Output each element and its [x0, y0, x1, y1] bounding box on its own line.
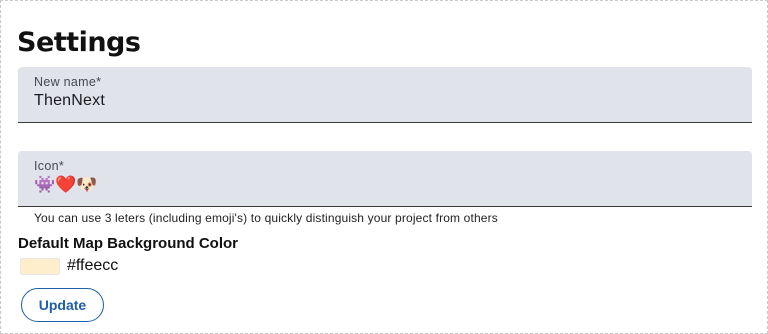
name-field-value[interactable]: ThenNext: [34, 92, 105, 110]
color-hex-value: #ffeecc: [67, 257, 119, 274]
icon-helper-text: You can use 3 leters (including emoji's)…: [34, 211, 498, 225]
map-background-label: Default Map Background Color: [18, 235, 239, 252]
name-field[interactable]: New name* ThenNext: [18, 67, 752, 123]
icon-field-label: Icon*: [34, 159, 64, 173]
page-title: Settings: [17, 27, 141, 58]
icon-field[interactable]: Icon* 👾❤️🐶: [18, 151, 752, 207]
name-field-label: New name*: [34, 75, 102, 89]
settings-panel: Settings New name* ThenNext Icon* 👾❤️🐶 Y…: [0, 0, 768, 334]
color-swatch[interactable]: [20, 258, 60, 275]
icon-field-value[interactable]: 👾❤️🐶: [34, 175, 98, 195]
update-button[interactable]: Update: [21, 288, 104, 322]
